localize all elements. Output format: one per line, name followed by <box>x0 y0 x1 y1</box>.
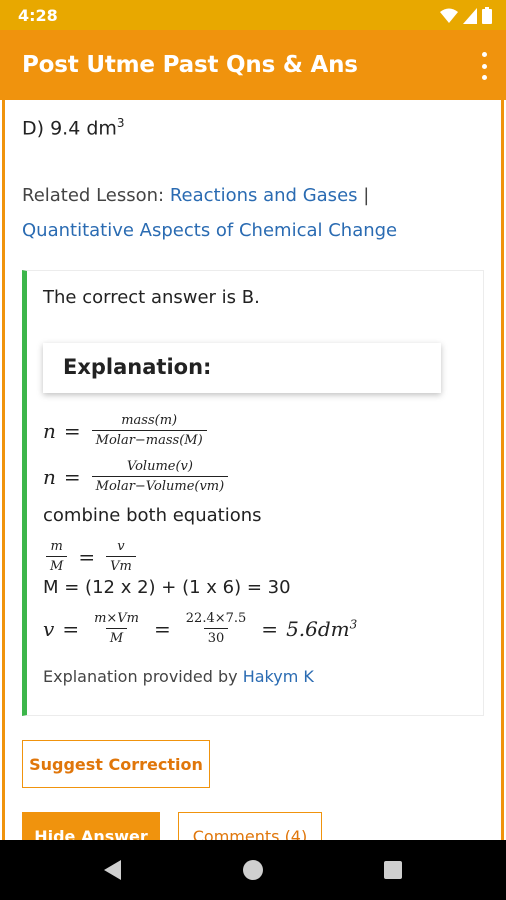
related-separator: | <box>357 185 370 206</box>
eq4-equals-1: = <box>62 616 80 641</box>
eq1-fraction: mass(m) Molar−mass(M) <box>91 413 207 448</box>
back-triangle-icon[interactable] <box>101 858 125 882</box>
explanation-card: Explanation: <box>43 343 441 393</box>
eq1-equals: = <box>63 418 81 443</box>
nav-bar <box>0 840 506 900</box>
eq4-result-sup: 3 <box>349 616 358 631</box>
related-lesson: Related Lesson: Reactions and Gases | Qu… <box>22 178 482 248</box>
equation-3: m M = v Vm <box>43 539 139 574</box>
eq2-denominator: Molar−Volume(vm) <box>91 476 229 494</box>
eq3-fraction-left: m M <box>46 539 68 574</box>
eq2-numerator: Volume(v) <box>126 459 193 474</box>
status-time: 4:28 <box>18 6 58 25</box>
combine-text: combine both equations <box>43 505 262 526</box>
hide-answer-button[interactable]: Hide Answer <box>22 812 160 840</box>
correct-answer-text: The correct answer is B. <box>43 287 260 308</box>
eq4-equals-3: = <box>261 616 279 641</box>
eq3-num-left: m <box>50 539 63 554</box>
status-icons <box>440 7 492 24</box>
frame-border-left <box>2 100 5 840</box>
option-d-sup: 3 <box>116 116 125 130</box>
eq4-result: 5.6dm3 <box>286 617 357 641</box>
credit-label: Explanation provided by <box>43 667 243 686</box>
related-link-reactions[interactable]: Reactions and Gases <box>170 185 358 206</box>
related-label: Related Lesson: <box>22 185 170 206</box>
eq2-lhs: n <box>43 464 56 489</box>
frame-border-right <box>501 100 504 840</box>
eq3-fraction-right: v Vm <box>106 539 136 574</box>
eq4-lhs: v <box>43 616 55 641</box>
wifi-icon <box>440 8 458 23</box>
eq4-equals-2: = <box>154 616 171 641</box>
eq4-den-1: M <box>105 628 128 646</box>
eq3-num-right: v <box>117 539 125 554</box>
molar-mass-line: M = (12 x 2) + (1 x 6) = 30 <box>43 577 291 598</box>
home-circle-icon[interactable] <box>241 858 265 882</box>
option-d-text: D) 9.4 dm <box>22 117 117 140</box>
answer-box: The correct answer is B. Explanation: n … <box>22 270 484 716</box>
option-d: D) 9.4 dm3 <box>22 116 125 139</box>
content-area[interactable]: D) 9.4 dm3 Related Lesson: Reactions and… <box>0 100 506 840</box>
app-title: Post Utme Past Qns & Ans <box>22 52 358 78</box>
credit-author-link[interactable]: Hakym K <box>243 667 314 686</box>
eq3-den-right: Vm <box>106 556 136 574</box>
eq1-denominator: Molar−mass(M) <box>91 430 207 448</box>
suggest-correction-button[interactable]: Suggest Correction <box>22 740 210 788</box>
recents-square-icon[interactable] <box>381 858 405 882</box>
signal-icon <box>463 7 477 24</box>
eq4-fraction-2: 22.4×7.5 30 <box>182 611 251 646</box>
eq3-equals: = <box>78 544 96 569</box>
eq1-numerator: mass(m) <box>121 413 178 428</box>
eq4-result-text: 5.6dm <box>286 616 350 641</box>
eq3-den-left: M <box>46 556 68 574</box>
eq4-num-2: 22.4×7.5 <box>185 611 247 626</box>
explanation-credit: Explanation provided by Hakym K <box>43 667 314 686</box>
eq2-equals: = <box>63 464 81 489</box>
equation-4: v = m×Vm M = 22.4×7.5 30 = 5.6dm3 <box>43 611 357 646</box>
app-bar: Post Utme Past Qns & Ans <box>0 30 506 100</box>
eq2-fraction: Volume(v) Molar−Volume(vm) <box>91 459 229 494</box>
eq4-num-1: m×Vm <box>94 611 140 626</box>
related-link-quantitative[interactable]: Quantitative Aspects of Chemical Change <box>22 220 397 241</box>
eq4-fraction-1: m×Vm M <box>90 611 143 646</box>
explanation-title: Explanation: <box>63 355 212 379</box>
more-vert-icon[interactable] <box>478 52 490 80</box>
eq4-den-2: 30 <box>203 628 229 646</box>
equation-2: n = Volume(v) Molar−Volume(vm) <box>43 459 231 494</box>
status-bar: 4:28 <box>0 0 506 30</box>
equation-1: n = mass(m) Molar−mass(M) <box>43 413 210 448</box>
battery-icon <box>482 7 492 24</box>
eq1-lhs: n <box>43 418 56 443</box>
comments-button[interactable]: Comments (4) <box>178 812 322 840</box>
